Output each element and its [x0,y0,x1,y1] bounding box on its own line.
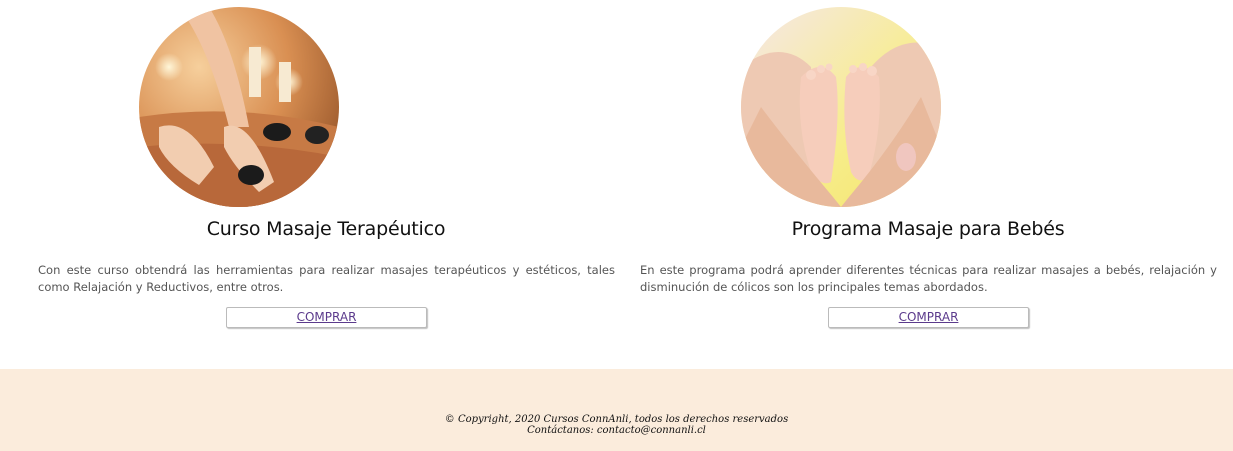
course-description: En este programa podrá aprender diferent… [640,263,1217,294]
baby-feet-massage-photo [741,7,941,207]
buy-button[interactable]: COMPRAR [828,307,1029,328]
copyright-text: © Copyright, 2020 Cursos ConnAnli, todos… [444,414,789,425]
course-title: Programa Masaje para Bebés [791,218,1065,240]
course-title: Curso Masaje Terapéutico [206,218,446,240]
buy-button[interactable]: COMPRAR [226,307,427,328]
hot-stone-massage-photo [139,7,339,207]
footer-text: © Copyright, 2020 Cursos ConnAnli, todos… [0,414,1233,436]
course-description: Con este curso obtendrá las herramientas… [38,263,615,294]
footer: © Copyright, 2020 Cursos ConnAnli, todos… [0,369,1233,451]
contact-text: Contáctanos: contacto@connanli.cl [527,425,706,436]
